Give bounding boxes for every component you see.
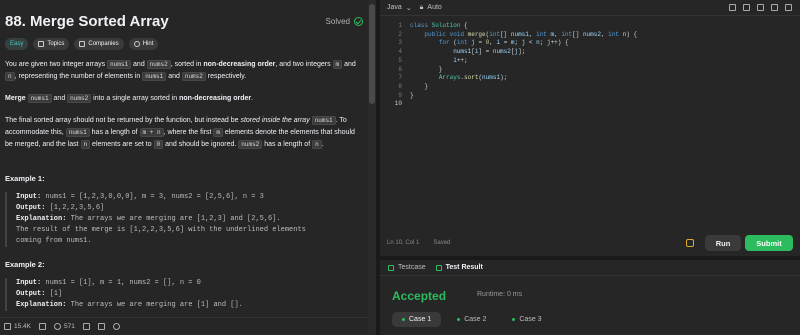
difficulty-badge: Easy bbox=[5, 38, 29, 50]
thumbs-down-icon bbox=[39, 323, 46, 330]
description-panel: 88. Merge Sorted Array Solved Easy Topic… bbox=[0, 0, 376, 335]
description-paragraph-3: The final sorted array should not be ret… bbox=[5, 116, 355, 149]
checkbox-icon bbox=[388, 264, 394, 271]
problem-tags: Easy Topics Companies Hint bbox=[5, 38, 159, 50]
format-icon[interactable] bbox=[729, 4, 736, 11]
building-icon bbox=[79, 41, 86, 47]
reset-icon[interactable] bbox=[771, 4, 778, 11]
check-circle-icon bbox=[354, 16, 363, 26]
comment-icon bbox=[54, 323, 61, 330]
tab-testcase[interactable]: Testcase bbox=[388, 264, 426, 271]
question-icon bbox=[112, 323, 120, 330]
star-icon bbox=[82, 323, 90, 330]
case-tab-2[interactable]: Case 2 bbox=[447, 312, 496, 327]
description-paragraph-2: Merge nums1 and nums2 into a single arra… bbox=[5, 94, 254, 103]
test-result-panel: Testcase Test Result Accepted Runtime: 0… bbox=[380, 260, 800, 335]
language-select[interactable]: Java ⌄ bbox=[387, 4, 412, 12]
braces-icon[interactable] bbox=[757, 4, 764, 11]
example-2-title: Example 2: bbox=[5, 260, 45, 269]
pass-dot-icon bbox=[457, 318, 461, 321]
problem-description: You are given two integer arrays nums1 a… bbox=[5, 59, 360, 161]
tab-test-result[interactable]: Test Result bbox=[435, 264, 483, 271]
case-tab-1[interactable]: Case 1 bbox=[392, 312, 442, 327]
code-editor-panel: Java ⌄ 🔒︎ Auto 1 class Solution { 2 public … bbox=[380, 0, 800, 256]
runtime-label: Runtime: 0 ms bbox=[477, 291, 523, 298]
chevron-down-icon: ⌄ bbox=[405, 4, 412, 12]
console-settings-icon[interactable] bbox=[686, 239, 694, 247]
companies-tag[interactable]: Companies bbox=[74, 38, 124, 50]
like-button[interactable]: 15.4K bbox=[4, 323, 31, 330]
terminal-icon bbox=[435, 264, 442, 271]
tag-icon bbox=[38, 41, 45, 47]
example-2-block: Input: nums1 = [1], m = 1, nums2 = [], n… bbox=[5, 278, 360, 311]
pass-dot-icon bbox=[402, 318, 405, 321]
result-tabs: Testcase Test Result bbox=[380, 260, 800, 276]
run-button[interactable]: Run bbox=[705, 235, 741, 251]
favorite-button[interactable] bbox=[82, 323, 90, 330]
description-paragraph-1: You are given two integer arrays nums1 a… bbox=[5, 60, 356, 81]
editor-tools bbox=[729, 4, 792, 11]
title-row: 88. Merge Sorted Array Solved bbox=[5, 11, 363, 31]
scrollbar-thumb[interactable] bbox=[369, 4, 375, 104]
help-button[interactable] bbox=[112, 323, 120, 330]
pass-dot-icon bbox=[512, 318, 516, 321]
case-tab-3[interactable]: Case 3 bbox=[502, 312, 551, 327]
code-lines[interactable]: 1 class Solution { 2 public void merge(in… bbox=[380, 22, 800, 109]
editor-toolbar: Java ⌄ 🔒︎ Auto bbox=[380, 0, 800, 16]
solved-label: Solved bbox=[325, 16, 350, 26]
leetcode-workspace: 88. Merge Sorted Array Solved Easy Topic… bbox=[0, 0, 800, 335]
hint-tag[interactable]: Hint bbox=[128, 38, 159, 50]
thumbs-up-icon bbox=[4, 323, 11, 330]
share-button[interactable] bbox=[97, 323, 105, 330]
comments-button[interactable]: 571 bbox=[54, 323, 75, 330]
lightbulb-icon bbox=[133, 41, 140, 47]
case-tabs: Case 1 Case 2 Case 3 bbox=[392, 312, 552, 327]
submit-button[interactable]: Submit bbox=[745, 235, 793, 251]
topics-tag[interactable]: Topics bbox=[33, 38, 70, 50]
solved-indicator: Solved bbox=[325, 16, 363, 26]
bookmark-icon[interactable] bbox=[743, 4, 750, 11]
editor-status: Ln 10, Col 1 Saved bbox=[387, 240, 450, 246]
cursor-position: Ln 10, Col 1 bbox=[387, 240, 420, 246]
share-icon bbox=[97, 323, 105, 330]
example-1-block: Input: nums1 = [1,2,3,0,0,0], m = 3, num… bbox=[5, 192, 360, 247]
auto-mode-toggle[interactable]: 🔒︎ Auto bbox=[420, 4, 442, 12]
dislike-button[interactable] bbox=[39, 323, 46, 330]
example-1-title: Example 1: bbox=[5, 174, 45, 183]
save-status: Saved bbox=[433, 240, 451, 246]
problem-title[interactable]: 88. Merge Sorted Array bbox=[5, 13, 169, 30]
description-footer: 15.4K 571 bbox=[0, 317, 368, 335]
lock-icon: 🔒︎ bbox=[419, 3, 424, 11]
result-status: Accepted bbox=[392, 289, 447, 303]
expand-icon[interactable] bbox=[785, 4, 792, 11]
